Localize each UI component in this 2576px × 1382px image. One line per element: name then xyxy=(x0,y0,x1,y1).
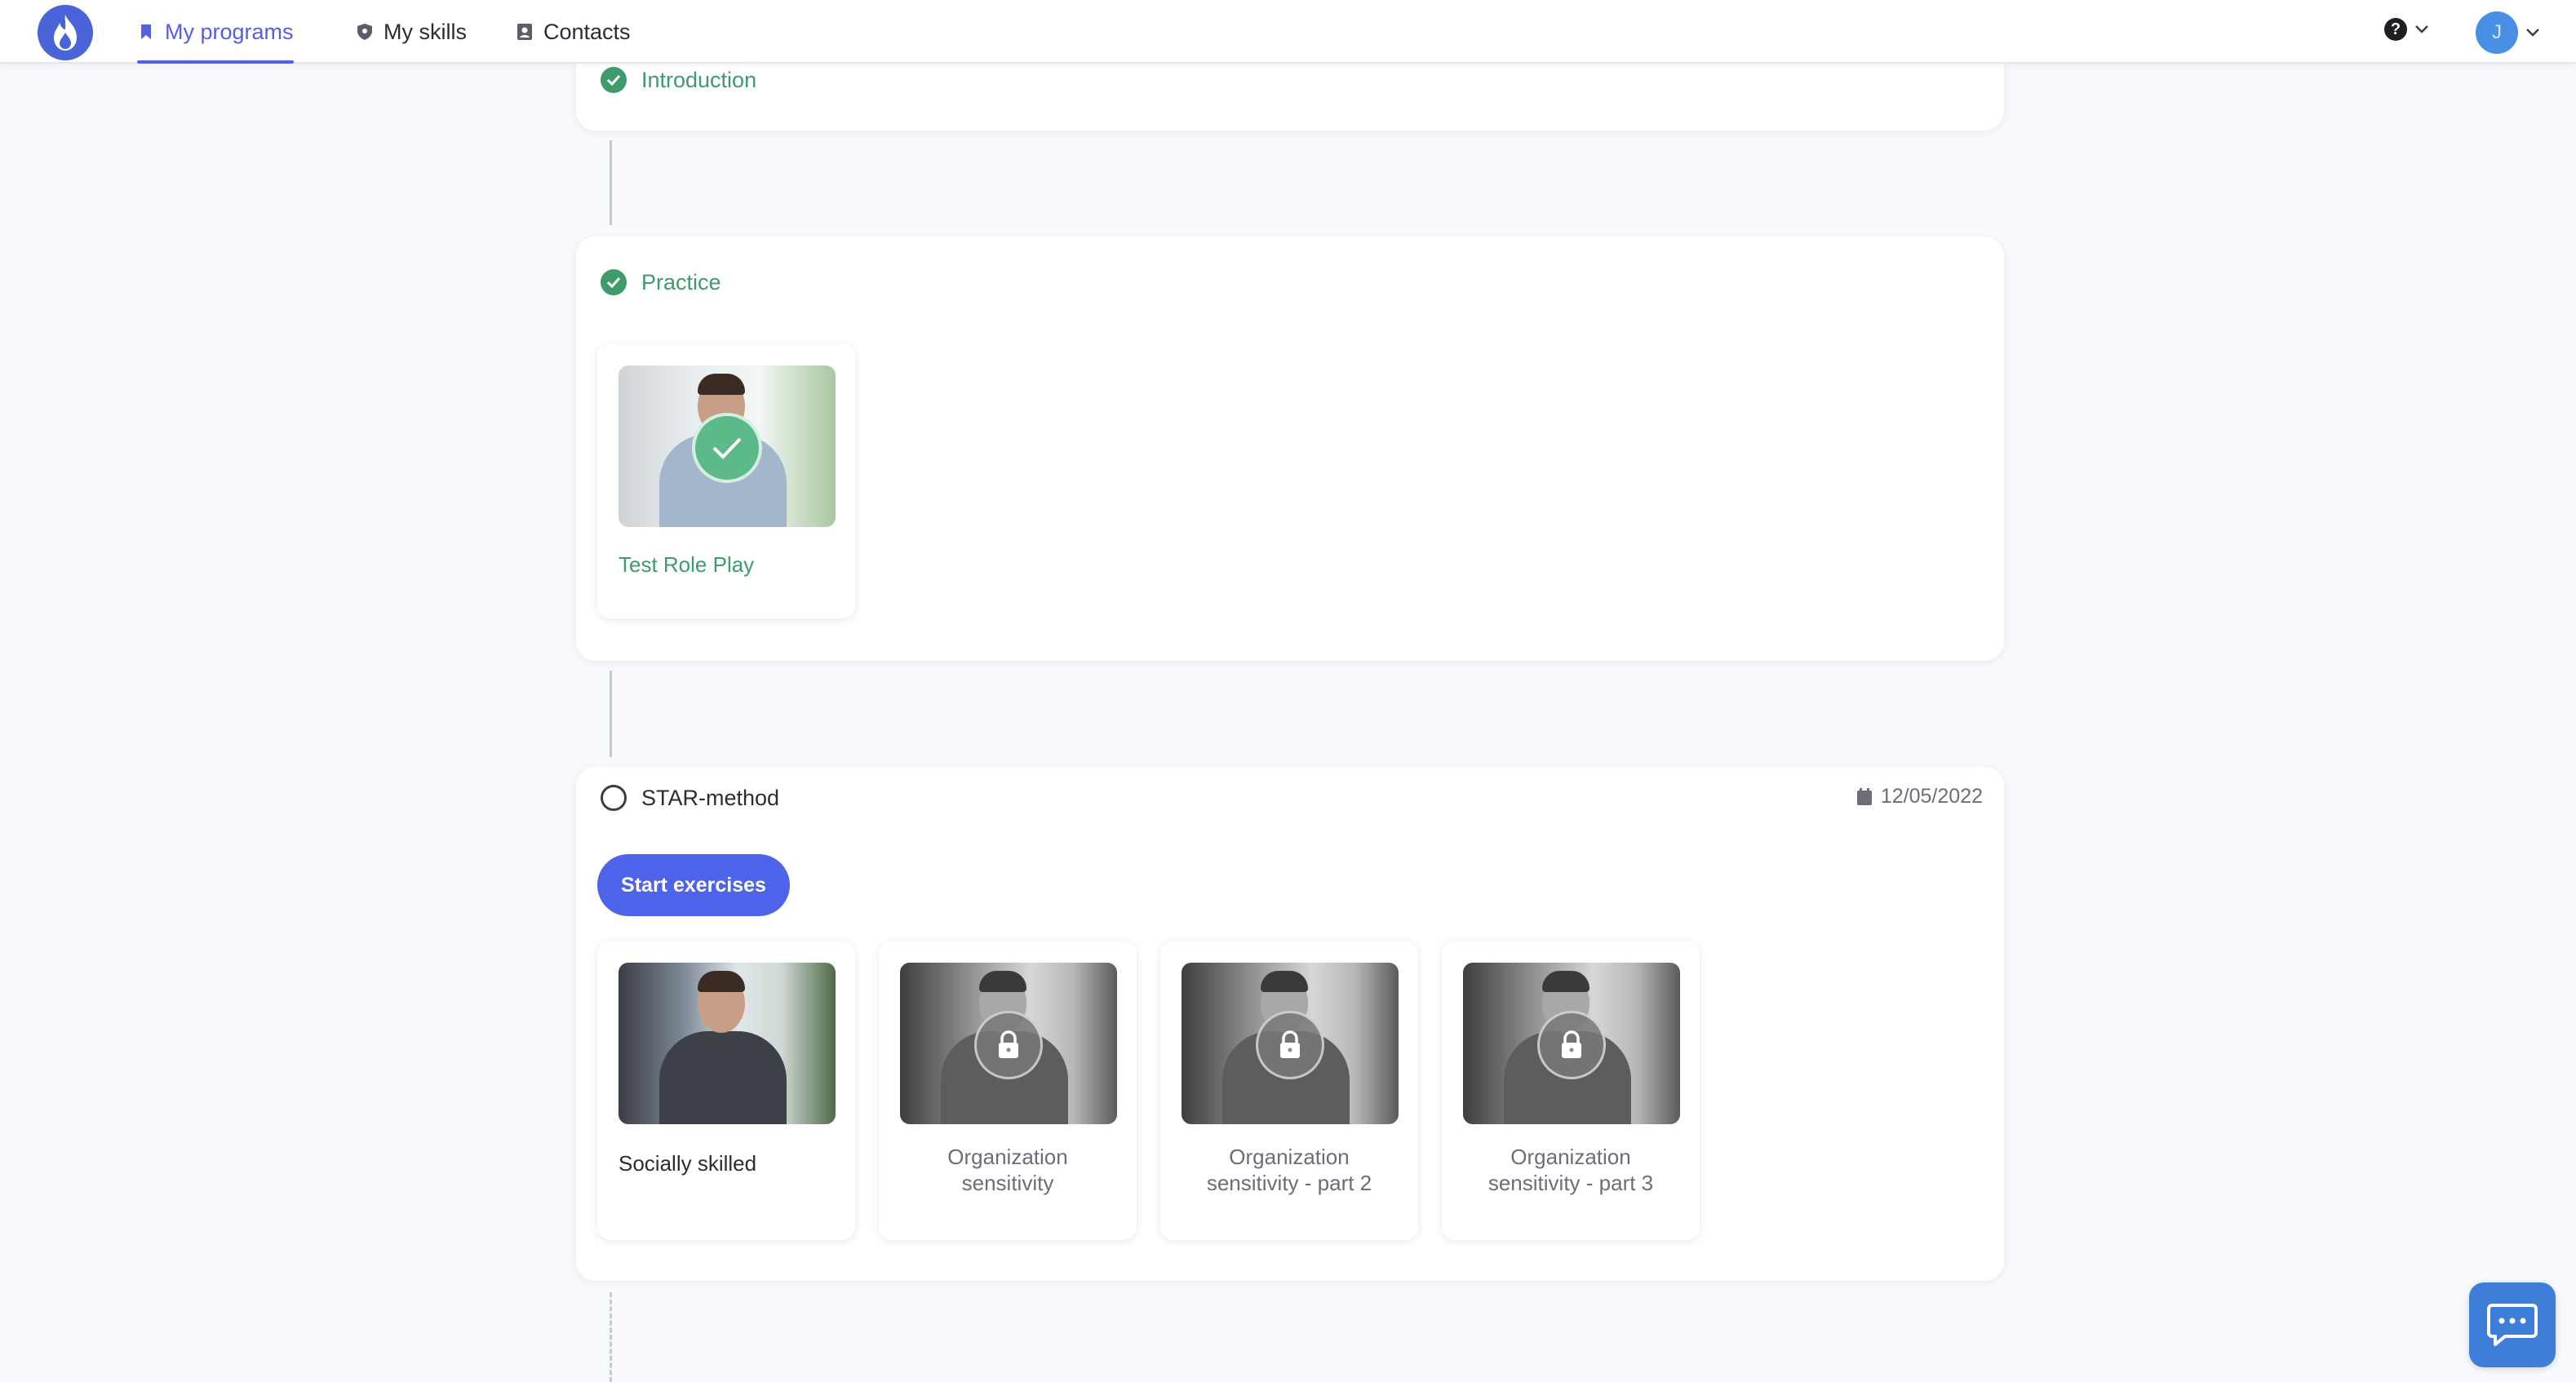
nav-my-skills[interactable]: My skills xyxy=(356,0,467,64)
exercise-title: Organization sensitivity xyxy=(947,1145,1068,1195)
timeline-connector-dashed xyxy=(610,1292,612,1382)
timeline-connector xyxy=(610,140,612,225)
section-practice: Practice Test Role Play xyxy=(576,237,2004,661)
exercise-card-socially-skilled[interactable]: Socially skilled xyxy=(597,941,855,1240)
nav-contacts[interactable]: Contacts xyxy=(516,0,631,64)
exercise-title: Socially skilled xyxy=(619,1151,757,1176)
nav-label-my-skills: My skills xyxy=(384,19,467,44)
exercise-thumbnail xyxy=(900,963,1117,1124)
check-circle-icon xyxy=(601,269,627,295)
lock-icon xyxy=(974,1011,1043,1079)
bookmark-icon xyxy=(141,24,151,39)
section-star-method: STAR-method 12/05/2022 Start exercises S… xyxy=(576,767,2004,1281)
exercise-thumbnail xyxy=(1182,963,1399,1124)
calendar-icon xyxy=(1856,787,1872,805)
exercise-title: Test Role Play xyxy=(619,552,755,577)
section-title: Practice xyxy=(641,269,721,295)
exercise-thumbnail xyxy=(1463,963,1680,1124)
due-date-text: 12/05/2022 xyxy=(1880,785,1983,808)
exercise-card-test-role-play[interactable]: Test Role Play xyxy=(597,344,855,618)
app-logo[interactable] xyxy=(38,5,93,60)
lock-icon xyxy=(1537,1011,1606,1079)
empty-circle-icon xyxy=(601,785,627,811)
nav-label-my-programs: My programs xyxy=(165,19,294,44)
shield-icon xyxy=(357,24,372,40)
check-circle-icon xyxy=(601,67,627,93)
section-title: STAR-method xyxy=(641,785,780,810)
nav-label-contacts: Contacts xyxy=(543,19,631,44)
exercise-card-organization-sensitivity-part-3[interactable]: Organization sensitivity - part 3 xyxy=(1442,941,1700,1240)
contacts-icon xyxy=(517,24,532,40)
chat-support-button[interactable] xyxy=(2469,1282,2556,1367)
help-menu[interactable]: ? xyxy=(2384,18,2430,41)
exercise-card-organization-sensitivity[interactable]: Organization sensitivity xyxy=(879,941,1137,1240)
flame-logo-icon xyxy=(54,15,77,51)
exercise-card-organization-sensitivity-part-2[interactable]: Organization sensitivity - part 2 xyxy=(1160,941,1418,1240)
timeline-connector xyxy=(610,671,612,757)
user-menu[interactable]: J xyxy=(2476,11,2541,54)
lock-icon xyxy=(1256,1011,1324,1079)
section-title: Introduction xyxy=(641,67,757,92)
due-date: 12/05/2022 xyxy=(1856,785,1983,808)
start-exercises-button[interactable]: Start exercises xyxy=(597,854,790,916)
help-icon: ? xyxy=(2384,18,2407,41)
section-header: Practice xyxy=(601,269,721,295)
exercise-title: Organization sensitivity - part 3 xyxy=(1488,1145,1654,1195)
section-header: Introduction xyxy=(601,67,756,93)
completed-check-icon xyxy=(692,413,762,483)
top-navigation-bar: My programs My skills Contacts ? J xyxy=(0,0,2576,64)
chevron-down-icon xyxy=(2415,25,2428,33)
exercise-thumbnail xyxy=(619,963,836,1124)
chat-bubble-icon xyxy=(2487,1304,2538,1346)
avatar: J xyxy=(2476,11,2518,54)
nav-my-programs[interactable]: My programs xyxy=(137,0,294,64)
chevron-down-icon xyxy=(2526,29,2539,37)
section-header: STAR-method xyxy=(601,785,779,811)
exercise-thumbnail xyxy=(619,365,836,527)
exercise-title: Organization sensitivity - part 2 xyxy=(1206,1145,1372,1195)
